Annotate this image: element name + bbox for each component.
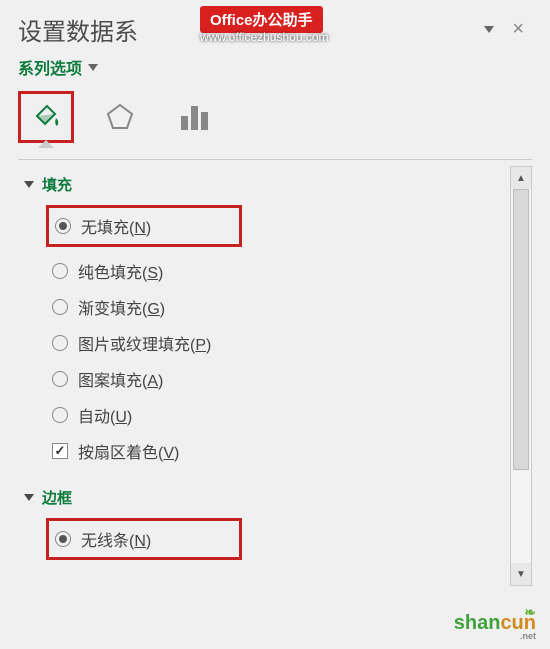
option-label: 无填充(N): [81, 214, 151, 238]
option-label: 图案填充(A): [78, 367, 163, 391]
header-controls: ×: [480, 14, 532, 45]
watermark-bottom: ❧ shancun .net: [454, 612, 536, 641]
watermark-badge: Office办公助手: [200, 6, 323, 33]
series-options-dropdown[interactable]: 系列选项: [18, 55, 98, 79]
fill-option-picture[interactable]: 图片或纹理填充(P): [18, 325, 502, 361]
icon-tabs: [18, 91, 532, 143]
section-border-header[interactable]: 边框: [24, 487, 502, 508]
section-fill-title: 填充: [42, 174, 72, 195]
tab-fill[interactable]: [18, 91, 74, 143]
fill-option-pattern[interactable]: 图案填充(A): [18, 361, 502, 397]
radio-icon: [52, 263, 68, 279]
pane-title: 设置数据系: [18, 12, 138, 47]
section-border-title: 边框: [42, 487, 72, 508]
tab-size[interactable]: [166, 91, 222, 143]
tab-effects[interactable]: [92, 91, 148, 143]
chevron-down-icon[interactable]: [484, 26, 494, 33]
radio-icon: [55, 218, 71, 234]
close-button[interactable]: ×: [504, 14, 532, 45]
option-label: 自动(U): [78, 403, 132, 427]
watermark-url: www.officezhushou.com: [200, 30, 329, 44]
bar-chart-icon: [177, 102, 211, 132]
option-label: 无线条(N): [81, 527, 151, 551]
radio-icon: [52, 299, 68, 315]
fill-option-solid[interactable]: 纯色填充(S): [18, 253, 502, 289]
scroll-content: 填充 无填充(N) 纯色填充(S) 渐变填充(G) 图片或纹理填充(P) 图案填…: [18, 166, 510, 586]
fill-vary-by-slice[interactable]: 按扇区着色(V): [18, 433, 502, 469]
option-label: 按扇区着色(V): [78, 439, 179, 463]
radio-icon: [55, 531, 71, 547]
checkbox-icon: [52, 443, 68, 459]
leaf-icon: ❧: [524, 604, 536, 621]
radio-icon: [52, 407, 68, 423]
divider: [18, 159, 532, 160]
collapse-triangle-icon: [24, 494, 34, 501]
paint-bucket-icon: [29, 100, 63, 134]
fill-option-auto[interactable]: 自动(U): [18, 397, 502, 433]
radio-icon: [52, 335, 68, 351]
chevron-down-icon: [88, 64, 98, 71]
fill-option-none[interactable]: 无填充(N): [46, 205, 242, 247]
radio-icon: [52, 371, 68, 387]
format-data-series-pane: 设置数据系 × 系列选项: [0, 0, 550, 649]
option-label: 图片或纹理填充(P): [78, 331, 211, 355]
pentagon-icon: [103, 100, 137, 134]
collapse-triangle-icon: [24, 181, 34, 188]
border-option-none[interactable]: 无线条(N): [46, 518, 242, 560]
scroll-thumb[interactable]: [513, 189, 529, 470]
scrollbar[interactable]: ▲ ▼: [510, 166, 532, 586]
scroll-down-button[interactable]: ▼: [511, 563, 531, 585]
scroll-track[interactable]: [511, 189, 531, 563]
option-label: 纯色填充(S): [78, 259, 163, 283]
fill-option-gradient[interactable]: 渐变填充(G): [18, 289, 502, 325]
option-label: 渐变填充(G): [78, 295, 165, 319]
content-area: 填充 无填充(N) 纯色填充(S) 渐变填充(G) 图片或纹理填充(P) 图案填…: [18, 166, 532, 586]
series-options-label: 系列选项: [18, 55, 82, 79]
section-fill-header[interactable]: 填充: [24, 174, 502, 195]
scroll-up-button[interactable]: ▲: [511, 167, 531, 189]
